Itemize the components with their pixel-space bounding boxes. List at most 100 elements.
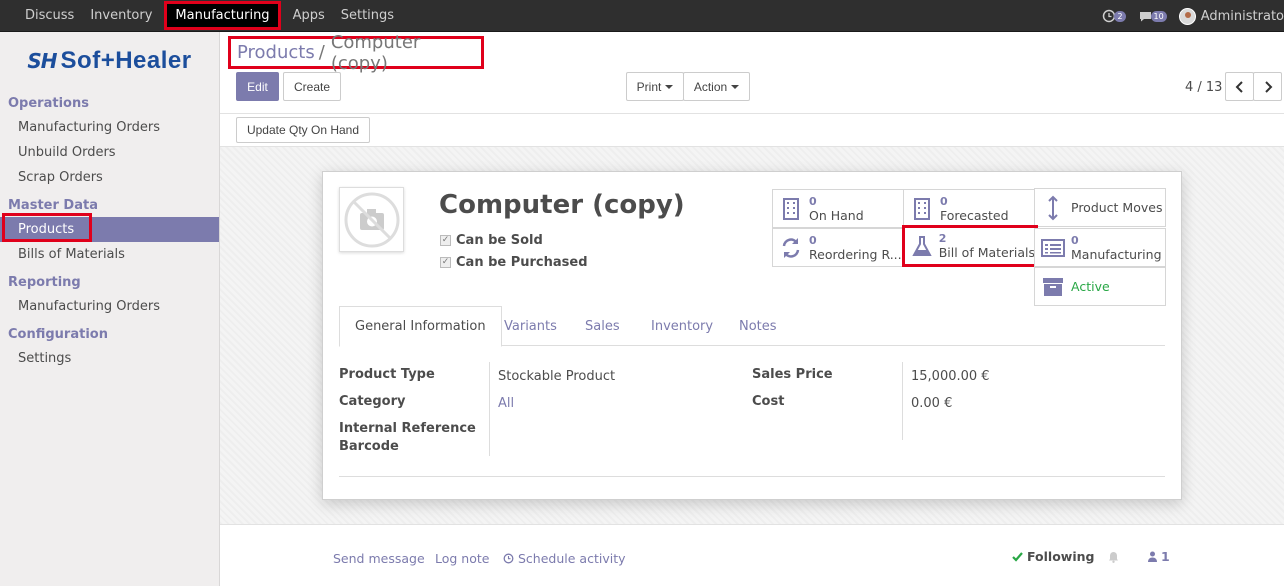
sidebar-section-reporting: Reporting [8,275,81,290]
sidebar: SH Sof+Healer Operations Manufacturing O… [0,32,220,586]
caret-down-icon [731,84,740,89]
nav-inventory[interactable]: Inventory [82,0,160,31]
list-alt-icon [1041,238,1065,257]
bom-label: Bill of Materials [938,245,1035,260]
building-icon [783,197,799,220]
nav-settings[interactable]: Settings [333,0,402,31]
sidebar-item-settings[interactable]: Settings [0,346,219,371]
bom-count: 2 [938,232,947,245]
user-menu[interactable]: Administrato [1178,7,1284,25]
can-be-purchased-label: Can be Purchased [456,255,588,270]
form-statusbar [220,113,1284,147]
sidebar-item-manufacturing-orders[interactable]: Manufacturing Orders [0,115,219,140]
product-moves-stat-button[interactable]: Product Moves [1034,188,1166,227]
schedule-activity-button[interactable]: Schedule activity [503,551,626,566]
systray: 2 10 Administrato [1102,0,1284,32]
cost-value: 0.00 € [911,396,953,411]
field-separator [902,362,903,440]
tab-variants[interactable]: Variants [504,306,557,346]
notebook-tabs: General Information Variants Sales Inven… [339,306,1165,347]
sales-price-value: 15,000.00 € [911,369,990,384]
product-name[interactable]: Computer (copy) [439,190,685,220]
sidebar-section-configuration: Configuration [8,327,108,342]
sidebar-item-reporting-manufacturing-orders[interactable]: Manufacturing Orders [0,294,219,319]
checkbox-checked-icon: ✓ [440,235,451,246]
activity-button[interactable]: 2 [1102,9,1126,23]
nav-discuss[interactable]: Discuss [17,0,82,31]
can-be-purchased-checkbox[interactable]: ✓ Can be Purchased [440,255,588,270]
sidebar-item-products[interactable]: Products [0,213,219,242]
sidebar-item-bills-of-materials[interactable]: Bills of Materials [0,242,219,267]
company-logo[interactable]: SH Sof+Healer [0,32,219,90]
send-message-button[interactable]: Send message [333,551,425,566]
product-type-label: Product Type [339,367,435,382]
bell-icon[interactable] [1108,551,1119,563]
sidebar-item-unbuild-orders[interactable]: Unbuild Orders [0,140,219,165]
manufacturing-count: 0 [1071,233,1079,247]
on-hand-label: On Hand [809,207,864,223]
following-button[interactable]: Following [1012,549,1119,564]
update-qty-on-hand-button[interactable]: Update Qty On Hand [236,117,370,143]
tab-inventory[interactable]: Inventory [651,306,713,346]
internal-reference-label: Internal Reference [339,421,476,436]
caret-down-icon [665,84,674,89]
print-label: Print [636,79,662,94]
followers-button[interactable]: 1 [1148,549,1170,564]
softhealer-logo-mark: SH [27,49,57,73]
messages-count-badge: 10 [1150,10,1167,22]
avatar [1178,7,1196,25]
pager-next-button[interactable] [1253,72,1282,101]
no-image-camera-icon [344,192,399,247]
messages-button[interactable]: 10 [1138,10,1167,23]
nav-manufacturing[interactable]: Manufacturing [164,1,281,30]
can-be-sold-checkbox[interactable]: ✓ Can be Sold [440,233,543,248]
on-hand-stat-button[interactable]: 0 On Hand [772,189,905,228]
breadcrumb: Products / Computer (copy) [228,32,484,74]
forecasted-count: 0 [940,194,948,208]
on-hand-count: 0 [809,194,817,208]
reordering-label: Reordering R... [809,246,902,262]
building-icon [914,197,930,220]
reordering-count: 0 [809,233,817,247]
can-be-sold-label: Can be Sold [456,233,543,248]
action-dropdown[interactable]: Action [683,72,750,101]
tab-sales[interactable]: Sales [585,306,620,346]
schedule-activity-label: Schedule activity [518,551,626,566]
category-link[interactable]: All [498,396,514,411]
edit-button[interactable]: Edit [236,72,279,101]
pager-value[interactable]: 4 / 13 [1185,80,1222,95]
reordering-rules-stat-button[interactable]: 0 Reordering R... [772,228,905,267]
product-image[interactable] [339,187,404,252]
product-moves-label: Product Moves [1071,199,1163,215]
top-navbar: Discuss Inventory Manufacturing Apps Set… [0,0,1284,32]
active-label: Active [1071,278,1110,294]
archive-toggle-button[interactable]: Active [1034,267,1166,306]
check-icon [1012,551,1023,562]
pager-previous-button[interactable] [1225,72,1254,101]
checkbox-checked-icon: ✓ [440,257,451,268]
sheet-divider [339,476,1165,477]
manufacturing-stat-button[interactable]: 0 Manufacturing [1034,228,1166,267]
category-label: Category [339,394,406,409]
bill-of-materials-stat-button[interactable]: 2 Bill of Materials [902,225,1038,267]
breadcrumb-current: Computer (copy) [330,31,421,74]
create-button[interactable]: Create [283,72,341,101]
forecasted-stat-button[interactable]: 0 Forecasted [903,189,1036,228]
breadcrumb-products[interactable]: Products [237,42,315,63]
action-label: Action [693,79,728,94]
sidebar-item-scrap-orders[interactable]: Scrap Orders [0,165,219,190]
log-note-button[interactable]: Log note [435,551,489,566]
cost-label: Cost [752,394,785,409]
print-dropdown[interactable]: Print [626,72,684,101]
chevron-left-icon [1235,80,1243,93]
tab-notes[interactable]: Notes [739,306,777,346]
nav-apps[interactable]: Apps [285,0,333,31]
user-name: Administrato [1200,8,1284,24]
clock-icon [503,553,514,564]
archive-icon [1043,277,1063,296]
logo-text: Sof+Healer [60,47,192,74]
arrows-vertical-icon [1048,195,1058,220]
app-menu: Discuss Inventory Manufacturing Apps Set… [0,0,402,31]
refresh-icon [782,237,800,258]
tab-general-information[interactable]: General Information [339,306,502,347]
